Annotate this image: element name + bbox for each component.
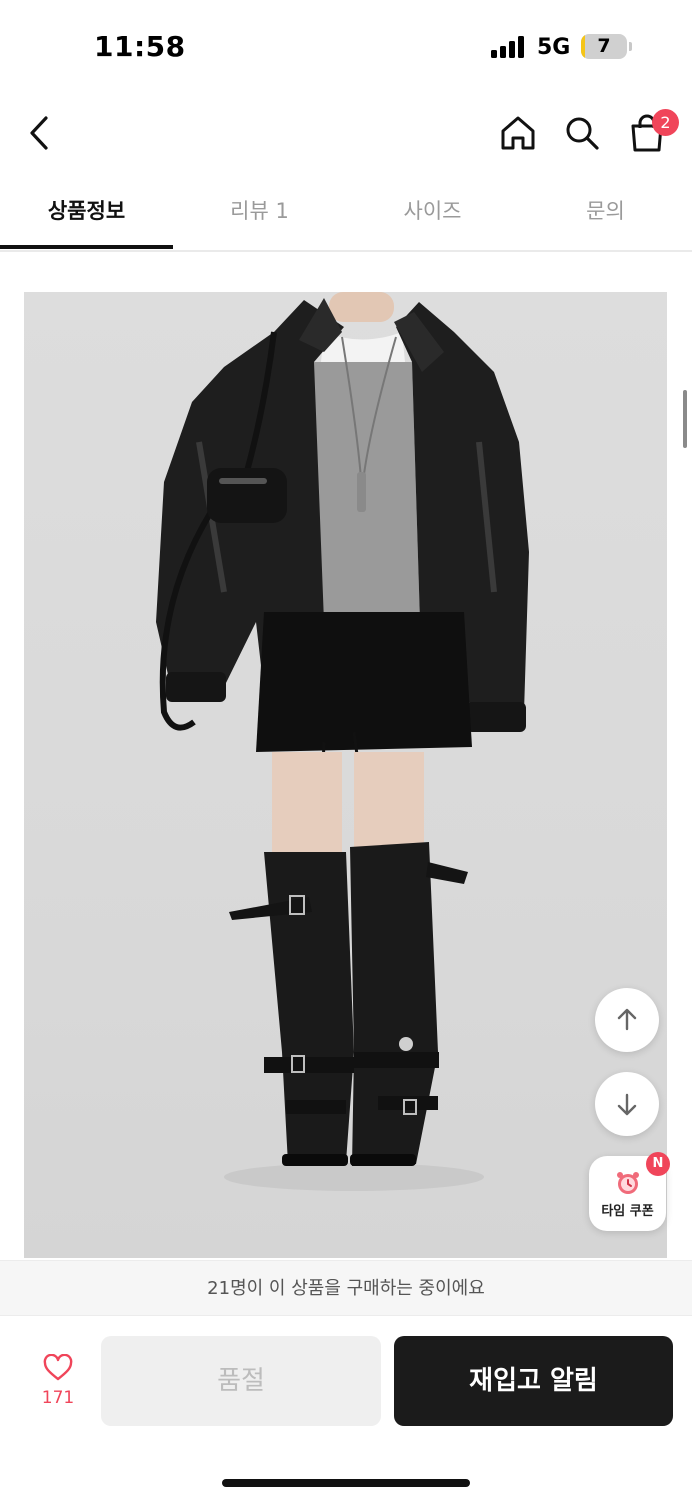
status-bar: 11:58 5G 7 <box>0 0 692 95</box>
live-purchase-banner: 21명이 이 상품을 구매하는 중이에요 <box>0 1260 692 1316</box>
scroll-to-top-button[interactable] <box>595 988 659 1052</box>
like-button[interactable]: 171 <box>30 1354 86 1418</box>
home-indicator <box>222 1479 470 1487</box>
tab-product-info[interactable]: 상품정보 <box>0 180 173 250</box>
status-time: 11:58 <box>94 30 186 63</box>
battery-icon: 7 <box>581 34 627 59</box>
battery-level: 7 <box>597 35 611 57</box>
product-photo <box>24 292 667 1258</box>
bottom-action-bar: 171 품절 재입고 알림 <box>0 1316 692 1500</box>
home-icon[interactable] <box>496 111 540 155</box>
active-tab-indicator <box>0 245 173 249</box>
search-icon[interactable] <box>560 111 604 155</box>
tab-size[interactable]: 사이즈 <box>346 180 519 250</box>
arrow-down-icon <box>617 1093 637 1116</box>
sold-out-button[interactable]: 품절 <box>101 1336 381 1426</box>
scroll-indicator[interactable] <box>683 390 687 448</box>
cart-count-badge: 2 <box>652 109 679 136</box>
top-navigation <box>0 95 692 175</box>
scroll-to-bottom-button[interactable] <box>595 1072 659 1136</box>
coupon-label: 타임 쿠폰 <box>601 1204 654 1219</box>
arrow-up-icon <box>617 1008 637 1031</box>
product-tabs: 상품정보 리뷰 1 사이즈 문의 <box>0 180 692 252</box>
new-badge: N <box>646 1152 670 1176</box>
heart-icon <box>43 1354 73 1381</box>
battery-tip <box>629 42 632 51</box>
tab-reviews[interactable]: 리뷰 1 <box>173 180 346 250</box>
tab-inquiry[interactable]: 문의 <box>519 180 692 250</box>
back-icon[interactable] <box>18 111 60 155</box>
cellular-signal-icon <box>491 36 527 58</box>
restock-alert-button[interactable]: 재입고 알림 <box>394 1336 673 1426</box>
alarm-clock-icon <box>617 1172 639 1194</box>
network-type: 5G <box>537 35 571 60</box>
like-count: 171 <box>41 1388 75 1408</box>
